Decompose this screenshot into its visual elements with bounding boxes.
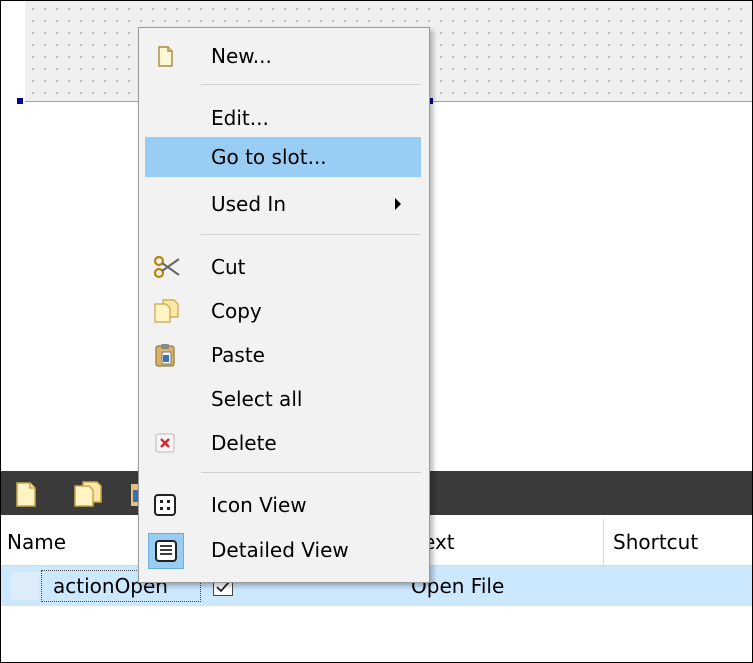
menu-separator — [201, 472, 421, 473]
menu-item-label: Go to slot... — [211, 145, 327, 169]
menu-item-delete[interactable]: Delete — [145, 423, 421, 463]
menu-item-label: New... — [211, 44, 272, 68]
column-divider — [603, 519, 604, 565]
new-document-icon — [153, 44, 177, 68]
submenu-arrow-icon — [395, 198, 401, 210]
menu-item-label: Select all — [211, 387, 303, 411]
menu-item-label: Used In — [211, 192, 286, 216]
menu-item-new[interactable]: New... — [145, 36, 421, 76]
menu-item-label: Icon View — [211, 493, 307, 517]
menu-item-label: Edit... — [211, 106, 269, 130]
designer-window: Name ext Shortcut actionOpen Open File N… — [0, 0, 753, 663]
menu-item-label: Cut — [211, 255, 246, 279]
column-header-shortcut[interactable]: Shortcut — [613, 529, 698, 555]
menu-separator — [201, 84, 421, 85]
menu-item-edit[interactable]: Edit... — [145, 98, 421, 138]
selection-handle[interactable] — [17, 98, 23, 104]
menu-item-cut[interactable]: Cut — [145, 247, 421, 287]
action-icon-placeholder — [11, 572, 39, 600]
menu-item-icon-view[interactable]: Icon View — [145, 485, 421, 525]
copy-action-icon[interactable] — [73, 480, 103, 512]
column-header-name[interactable]: Name — [7, 529, 66, 555]
menu-item-go-to-slot[interactable]: Go to slot... — [145, 137, 421, 177]
delete-icon — [153, 431, 177, 455]
copy-icon — [153, 299, 179, 323]
icon-view-icon — [153, 493, 177, 517]
detailed-view-icon — [148, 533, 184, 569]
paste-icon — [153, 343, 177, 367]
new-action-icon[interactable] — [15, 480, 37, 512]
menu-item-label: Detailed View — [211, 538, 349, 562]
menu-item-label: Delete — [211, 431, 277, 455]
menu-item-select-all[interactable]: Select all — [145, 379, 421, 419]
menu-item-label: Copy — [211, 299, 262, 323]
menu-item-detailed-view[interactable]: Detailed View — [145, 530, 421, 570]
menu-item-copy[interactable]: Copy — [145, 291, 421, 331]
menu-item-paste[interactable]: Paste — [145, 335, 421, 375]
context-menu: New... Edit... Go to slot... Used In Cut… — [138, 27, 430, 583]
menu-item-label: Paste — [211, 343, 265, 367]
menu-item-used-in[interactable]: Used In — [145, 184, 421, 224]
scissors-icon — [153, 255, 180, 279]
menu-separator — [201, 234, 421, 235]
